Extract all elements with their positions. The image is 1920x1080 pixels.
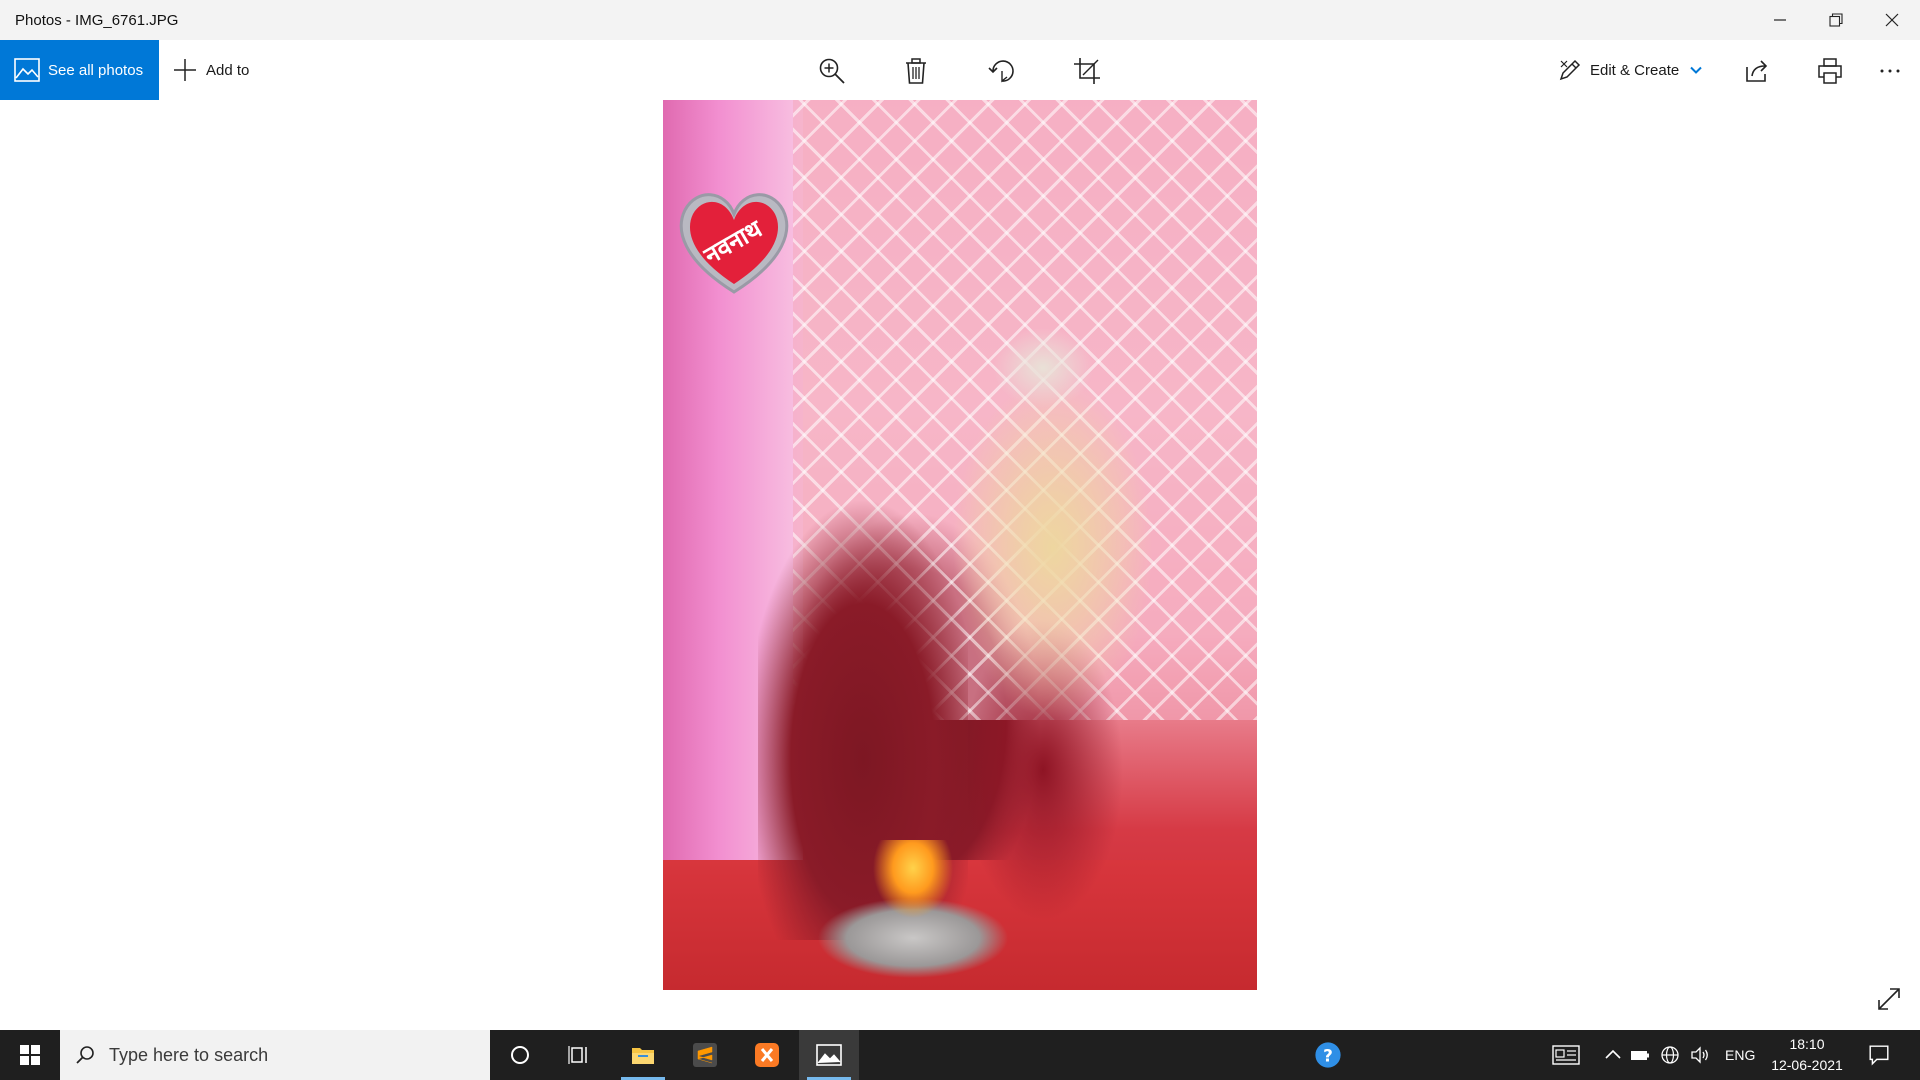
print-icon [1818, 58, 1842, 84]
print-button[interactable] [1813, 54, 1847, 88]
minimize-icon [1774, 19, 1786, 21]
title-bar: Photos - IMG_6761.JPG [0, 0, 1920, 40]
add-to-button[interactable]: Add to [172, 40, 249, 100]
command-bar: See all photos Add to Edit & Create [0, 40, 1920, 100]
action-center-icon [1869, 1045, 1889, 1066]
zoom-in-icon [819, 58, 845, 84]
minimize-button[interactable] [1752, 0, 1808, 40]
network-button[interactable] [1660, 1030, 1680, 1080]
xampp-icon [755, 1043, 779, 1067]
start-button[interactable] [0, 1030, 60, 1080]
windows-logo-icon [20, 1045, 40, 1065]
havan-fire [818, 840, 1008, 980]
network-icon [1661, 1046, 1679, 1064]
file-explorer-icon [632, 1048, 654, 1064]
window-title: Photos - IMG_6761.JPG [15, 11, 179, 29]
edit-create-button[interactable]: Edit & Create [1558, 40, 1703, 100]
file-explorer-button[interactable] [613, 1030, 673, 1080]
see-all-photos-button[interactable]: See all photos [0, 40, 159, 100]
photo-image[interactable]: नवनाथ [663, 100, 1257, 990]
sublime-text-icon [693, 1043, 717, 1067]
volume-button[interactable] [1690, 1030, 1710, 1080]
news-button[interactable] [1552, 1030, 1580, 1080]
rotate-icon [988, 60, 1014, 83]
taskbar-search-box[interactable]: Type here to search [60, 1030, 490, 1080]
heart-sign: नवनाथ [679, 193, 789, 294]
close-icon [1885, 13, 1899, 27]
search-placeholder: Type here to search [109, 1044, 269, 1065]
chevron-down-icon [1690, 66, 1702, 74]
delete-button[interactable] [899, 54, 933, 88]
task-view-icon [568, 1046, 587, 1064]
edit-create-icon [1559, 59, 1581, 81]
photos-app-button[interactable] [799, 1030, 859, 1080]
action-center-button[interactable] [1868, 1030, 1890, 1080]
add-to-label: Add to [206, 61, 250, 79]
crop-icon [1074, 58, 1100, 84]
cortana-button[interactable] [490, 1030, 550, 1080]
zoom-button[interactable] [815, 54, 849, 88]
xampp-button[interactable] [737, 1030, 797, 1080]
clock-date: 12-06-2021 [1771, 1057, 1843, 1073]
more-icon [1880, 69, 1900, 73]
plus-icon [174, 59, 196, 81]
cortana-icon [511, 1046, 529, 1064]
window-controls [1752, 0, 1920, 40]
input-language-indicator[interactable]: ENG [1725, 1030, 1755, 1080]
rotate-button[interactable] [985, 54, 1019, 88]
chevron-up-icon [1605, 1049, 1621, 1059]
restore-icon [1829, 13, 1843, 27]
news-icon [1552, 1045, 1580, 1065]
clock[interactable]: 18:10 12-06-2021 [1762, 1034, 1852, 1076]
task-view-button[interactable] [550, 1030, 610, 1080]
search-icon [76, 1046, 94, 1064]
more-button[interactable] [1873, 54, 1907, 88]
svg-text:?: ? [1323, 1045, 1333, 1065]
clock-time: 18:10 [1789, 1036, 1825, 1052]
photos-gallery-icon [14, 58, 40, 82]
sublime-text-button[interactable] [675, 1030, 735, 1080]
see-all-photos-label: See all photos [48, 61, 144, 79]
share-button[interactable] [1740, 54, 1774, 88]
edit-create-label: Edit & Create [1590, 61, 1680, 79]
help-icon: ? [1315, 1042, 1341, 1068]
crop-button[interactable] [1070, 54, 1104, 88]
delete-icon [906, 58, 926, 84]
fullscreen-icon[interactable] [1876, 986, 1902, 1012]
taskbar: Type here to search ? ENG 18:10 12-06-20… [0, 1030, 1920, 1080]
show-hidden-icons-button[interactable] [1603, 1030, 1623, 1080]
volume-icon [1691, 1046, 1708, 1064]
battery-button[interactable] [1630, 1030, 1650, 1080]
share-icon [1746, 60, 1768, 82]
groom-figure [953, 320, 1153, 920]
photos-icon [816, 1044, 842, 1066]
restore-button[interactable] [1808, 0, 1864, 40]
help-button[interactable]: ? [1314, 1030, 1342, 1080]
close-button[interactable] [1864, 0, 1920, 40]
battery-icon [1631, 1051, 1649, 1060]
